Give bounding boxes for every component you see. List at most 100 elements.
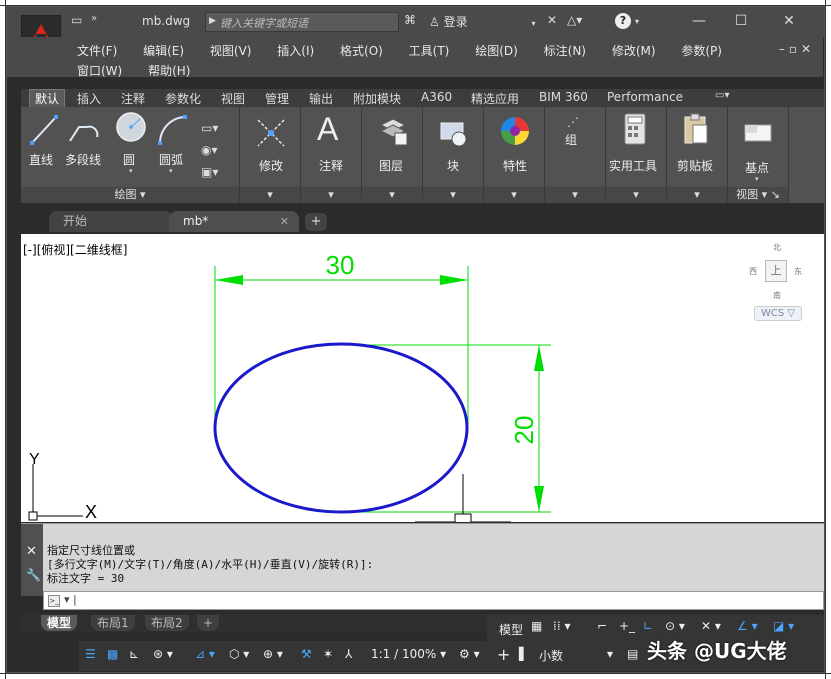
menu-edit[interactable]: 编辑(E) (143, 44, 184, 58)
menu-tools[interactable]: 工具(T) (409, 44, 450, 58)
new-layout-button[interactable]: + (197, 615, 220, 631)
menu-dimension[interactable]: 标注(N) (544, 44, 586, 58)
3d-osnap-icon[interactable]: ▩ (107, 647, 118, 661)
menu-modify[interactable]: 修改(M) (612, 44, 656, 58)
line-tool-label[interactable]: 直线 (29, 151, 53, 168)
infer-icon[interactable]: +_ (619, 619, 635, 633)
search-input[interactable]: ▶ 键入关键字或短语 (205, 12, 399, 32)
block-label[interactable]: 块 (447, 157, 459, 174)
new-tab-button[interactable]: + (305, 213, 327, 231)
clipboard-panel-footer[interactable]: ▾ (667, 187, 727, 203)
units-caret-icon[interactable]: ▾ (607, 647, 613, 661)
settings-gear-icon[interactable]: ⚙ ▾ (459, 647, 480, 661)
modify-panel-footer[interactable]: ▾ (240, 187, 300, 203)
tab-a360[interactable]: A360 (421, 90, 452, 104)
tab-featured-apps[interactable]: 精选应用 (471, 90, 519, 107)
close-command-icon[interactable]: ✕ (26, 544, 37, 559)
units-icon[interactable]: ▌ (519, 647, 528, 661)
properties-color-wheel-icon[interactable] (499, 115, 531, 147)
autoscale-icon[interactable]: ⊕ ▾ (263, 647, 283, 661)
tab-model[interactable]: 模型 (41, 615, 78, 631)
exchange-icon[interactable]: ✕ (547, 13, 557, 27)
arc-icon[interactable] (157, 113, 189, 147)
quick-properties-icon[interactable]: ▤ (627, 647, 638, 661)
grid-icon[interactable]: ▦ (531, 619, 542, 633)
text-a-icon[interactable]: A (317, 111, 338, 148)
utilities-panel-footer[interactable]: ▾ (606, 187, 666, 203)
command-input[interactable]: >_ ▾ | (43, 591, 824, 610)
modify-icon[interactable] (255, 117, 287, 149)
calculator-icon[interactable] (623, 113, 647, 145)
tab-addins[interactable]: 附加模块 (353, 90, 401, 107)
selection-cycling-icon[interactable]: ☰ (85, 647, 96, 661)
ortho-icon[interactable]: ⌐ (597, 619, 607, 633)
clipboard-icon[interactable] (683, 113, 709, 145)
document-window-controls[interactable]: –▫✕ (779, 42, 815, 56)
tab-parametric[interactable]: 参数化 (165, 90, 201, 107)
hatch-icon[interactable]: ◉▾ (201, 143, 218, 157)
tab-start[interactable]: 开始 (49, 211, 173, 232)
dynamic-ucs-icon[interactable]: ⊾ (129, 647, 139, 661)
tab-insert[interactable]: 插入 (77, 90, 101, 107)
tab-layout1[interactable]: 布局1 (91, 615, 135, 631)
command-prompt-icon[interactable]: >_ (48, 595, 60, 607)
menu-help[interactable]: 帮助(H) (148, 64, 190, 78)
circle-icon[interactable] (115, 111, 147, 143)
menu-insert[interactable]: 插入(I) (277, 44, 314, 58)
drawing-svg[interactable]: 30 20 Y X (21, 234, 824, 522)
scale-dropdown[interactable]: 1:1 / 100% ▾ (371, 647, 446, 661)
layers-label[interactable]: 图层 (379, 157, 403, 174)
filter-icon[interactable]: ⊛ ▾ (153, 647, 173, 661)
annotate-panel-footer[interactable]: ▾ (301, 187, 361, 203)
object-snap-icon[interactable]: ✕ ▾ (701, 619, 721, 633)
annotation-monitor-icon[interactable]: ⅄ (345, 647, 352, 661)
snap-icon[interactable]: ⁞⁞ ▾ (553, 619, 570, 633)
dim-text-horizontal[interactable]: 30 (326, 250, 355, 280)
ellipse-shape[interactable] (213, 342, 469, 514)
lineweight-icon[interactable]: ∠ ▾ (737, 619, 758, 633)
annotation-scale-icon[interactable]: ⚒ (301, 647, 312, 661)
add-icon[interactable]: + (497, 645, 510, 664)
properties-label[interactable]: 特性 (503, 157, 527, 174)
modify-label[interactable]: 修改 (259, 157, 283, 174)
more-tools-icon[interactable]: » (91, 13, 97, 31)
tab-performance[interactable]: Performance (607, 90, 683, 104)
transparency-icon[interactable]: ◪ ▾ (773, 619, 794, 633)
menu-parametric[interactable]: 参数(P) (681, 44, 722, 58)
draw-panel-footer[interactable]: 绘图 ▾ (21, 187, 239, 203)
arc-caret-icon[interactable]: ▾ (169, 167, 173, 175)
workspace-icon[interactable]: ✶ (323, 647, 333, 661)
polyline-tool-label[interactable]: 多段线 (65, 151, 101, 168)
utilities-label[interactable]: 实用工具 (609, 157, 657, 174)
group-panel-footer[interactable]: ▾ (545, 187, 605, 203)
minimize-button[interactable]: — (679, 11, 719, 31)
model-space-button[interactable]: 模型 (499, 621, 523, 638)
isodraft-icon[interactable]: ⊙ ▾ (665, 619, 685, 633)
login-button[interactable]: ♙ 登录 ▾ (429, 13, 535, 30)
basepoint-caret-icon[interactable]: ▾ (755, 175, 759, 183)
help-icon[interactable]: ? (615, 13, 631, 29)
polyline-icon[interactable] (67, 113, 103, 147)
annotate-label[interactable]: 注释 (319, 157, 343, 174)
units-dropdown[interactable]: 小数 (539, 647, 563, 664)
group-label[interactable]: 组 (565, 131, 577, 148)
dim-text-vertical[interactable]: 20 (509, 416, 539, 445)
group-icon[interactable]: ⋰ (567, 115, 579, 129)
arc-tool-label[interactable]: 圆弧 (159, 151, 183, 168)
properties-panel-footer[interactable]: ▾ (484, 187, 544, 203)
view-panel-footer[interactable]: 视图 ▾ ↘ (728, 187, 788, 203)
close-window-button[interactable]: ✕ (769, 11, 809, 31)
menu-format[interactable]: 格式(O) (340, 44, 383, 58)
region-icon[interactable]: ▣▾ (201, 165, 218, 179)
menu-window[interactable]: 窗口(W) (77, 64, 122, 78)
tab-bim360[interactable]: BIM 360 (539, 90, 588, 104)
block-icon[interactable] (437, 115, 471, 149)
customize-wrench-icon[interactable]: 🔧 (26, 568, 41, 582)
circle-caret-icon[interactable]: ▾ (129, 167, 133, 175)
annotation-visibility-icon[interactable]: ⬡ ▾ (229, 647, 249, 661)
block-panel-footer[interactable]: ▾ (423, 187, 483, 203)
tab-manage[interactable]: 管理 (265, 90, 289, 107)
menu-draw[interactable]: 绘图(D) (475, 44, 518, 58)
basepoint-icon[interactable] (743, 121, 773, 145)
tab-annotate[interactable]: 注释 (121, 90, 145, 107)
